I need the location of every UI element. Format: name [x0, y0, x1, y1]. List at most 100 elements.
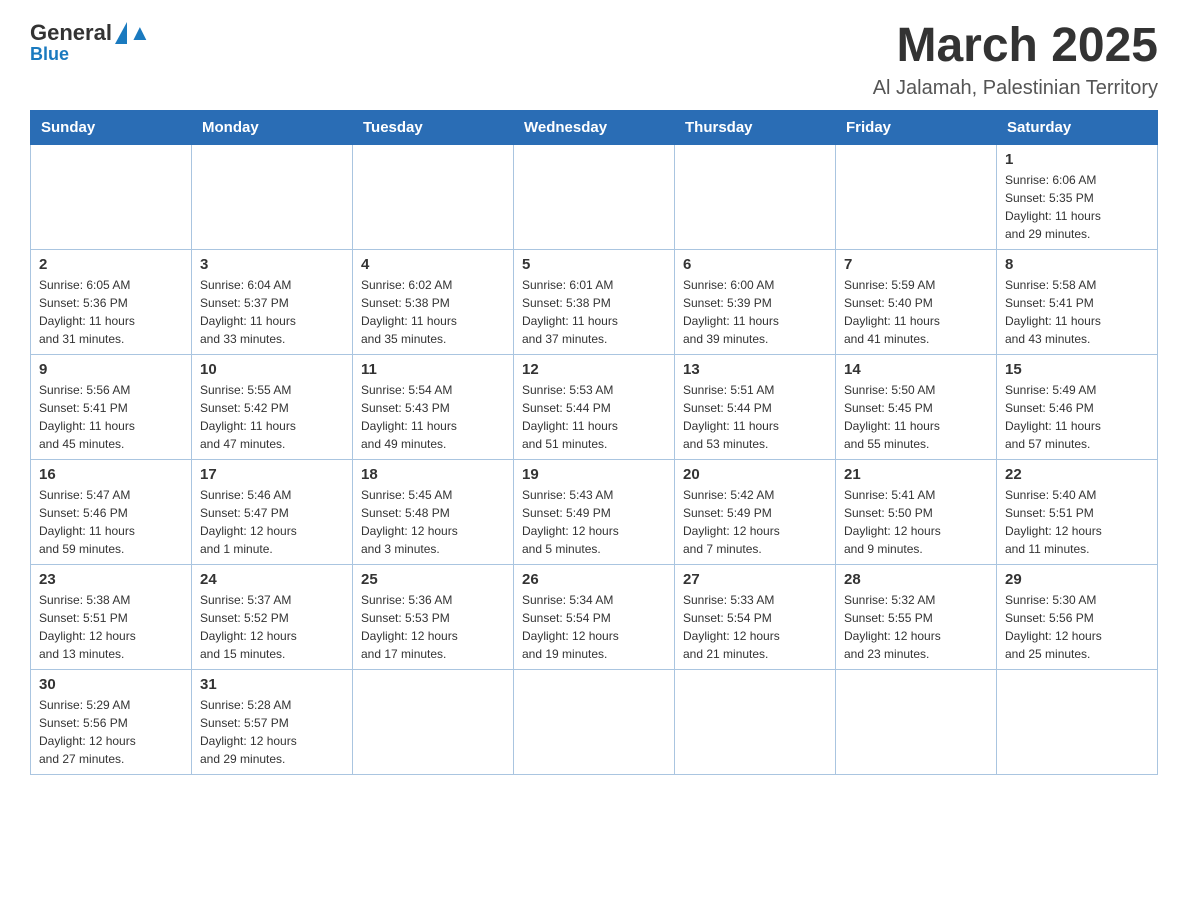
logo-triangle-icon [115, 22, 127, 44]
table-row: 14Sunrise: 5:50 AM Sunset: 5:45 PM Dayli… [836, 354, 997, 459]
calendar-title: March 2025 [873, 20, 1158, 73]
day-number: 20 [683, 466, 827, 483]
table-row: 2Sunrise: 6:05 AM Sunset: 5:36 PM Daylig… [31, 249, 192, 354]
table-row: 5Sunrise: 6:01 AM Sunset: 5:38 PM Daylig… [514, 249, 675, 354]
logo-subtitle: Blue [30, 44, 69, 65]
day-number: 22 [1005, 466, 1149, 483]
logo-general-text: General [30, 20, 112, 46]
table-row: 9 Sunrise: 5:56 AM Sunset: 5:41 PM Daylig… [31, 354, 192, 459]
day-number: 25 [361, 571, 505, 588]
day-number: 19 [522, 466, 666, 483]
day-info: Sunrise: 5:45 AM Sunset: 5:48 PM Dayligh… [361, 486, 505, 558]
day-info: Sunrise: 5:49 AM Sunset: 5:46 PM Dayligh… [1005, 381, 1149, 453]
day-info: Sunrise: 6:00 AM Sunset: 5:39 PM Dayligh… [683, 276, 827, 348]
day-info: Sunrise: 5:33 AM Sunset: 5:54 PM Dayligh… [683, 591, 827, 663]
table-row: 16 Sunrise: 5:47 AM Sunset: 5:46 PM Dayli… [31, 459, 192, 564]
day-info: Sunrise: 5:47 AM Sunset: 5:46 PM Dayligh… [39, 486, 183, 558]
day-number: 26 [522, 571, 666, 588]
calendar-week-row: 30 Sunrise: 5:29 AM Sunset: 5:56 PM Dayli… [31, 669, 1158, 774]
day-number: 16 [39, 466, 183, 483]
calendar-week-row: 9 Sunrise: 5:56 AM Sunset: 5:41 PM Daylig… [31, 354, 1158, 459]
day-info: Sunrise: 5:42 AM Sunset: 5:49 PM Dayligh… [683, 486, 827, 558]
table-row: 17Sunrise: 5:46 AM Sunset: 5:47 PM Dayli… [192, 459, 353, 564]
day-number: 8 [1005, 256, 1149, 273]
table-row: 3 Sunrise: 6:04 AM Sunset: 5:37 PM Daylig… [192, 249, 353, 354]
table-row [836, 669, 997, 774]
day-info: Sunrise: 6:02 AM Sunset: 5:38 PM Dayligh… [361, 276, 505, 348]
day-number: 31 [200, 676, 344, 693]
day-number: 3 [200, 256, 344, 273]
table-row: 24Sunrise: 5:37 AM Sunset: 5:52 PM Dayli… [192, 564, 353, 669]
calendar-table: Sunday Monday Tuesday Wednesday Thursday… [30, 110, 1158, 775]
day-number: 30 [39, 676, 183, 693]
table-row [514, 144, 675, 249]
day-number: 6 [683, 256, 827, 273]
day-info: Sunrise: 5:43 AM Sunset: 5:49 PM Dayligh… [522, 486, 666, 558]
table-row: 15Sunrise: 5:49 AM Sunset: 5:46 PM Dayli… [997, 354, 1158, 459]
day-number: 9 [39, 361, 183, 378]
table-row [836, 144, 997, 249]
calendar-subtitle: Al Jalamah, Palestinian Territory [873, 77, 1158, 100]
day-info: Sunrise: 6:01 AM Sunset: 5:38 PM Dayligh… [522, 276, 666, 348]
table-row: 4 Sunrise: 6:02 AM Sunset: 5:38 PM Daylig… [353, 249, 514, 354]
day-info: Sunrise: 6:04 AM Sunset: 5:37 PM Dayligh… [200, 276, 344, 348]
table-row [675, 144, 836, 249]
header-wednesday: Wednesday [514, 110, 675, 144]
day-info: Sunrise: 5:34 AM Sunset: 5:54 PM Dayligh… [522, 591, 666, 663]
day-info: Sunrise: 5:37 AM Sunset: 5:52 PM Dayligh… [200, 591, 344, 663]
day-info: Sunrise: 5:51 AM Sunset: 5:44 PM Dayligh… [683, 381, 827, 453]
table-row: 13Sunrise: 5:51 AM Sunset: 5:44 PM Dayli… [675, 354, 836, 459]
day-info: Sunrise: 5:32 AM Sunset: 5:55 PM Dayligh… [844, 591, 988, 663]
day-number: 29 [1005, 571, 1149, 588]
table-row: 8 Sunrise: 5:58 AM Sunset: 5:41 PM Daylig… [997, 249, 1158, 354]
calendar-week-row: 2Sunrise: 6:05 AM Sunset: 5:36 PM Daylig… [31, 249, 1158, 354]
calendar-week-row: 1 Sunrise: 6:06 AM Sunset: 5:35 PM Daylig… [31, 144, 1158, 249]
table-row [675, 669, 836, 774]
day-info: Sunrise: 5:55 AM Sunset: 5:42 PM Dayligh… [200, 381, 344, 453]
header-tuesday: Tuesday [353, 110, 514, 144]
table-row: 11Sunrise: 5:54 AM Sunset: 5:43 PM Dayli… [353, 354, 514, 459]
table-row: 12Sunrise: 5:53 AM Sunset: 5:44 PM Dayli… [514, 354, 675, 459]
table-row: 23 Sunrise: 5:38 AM Sunset: 5:51 PM Dayli… [31, 564, 192, 669]
day-info: Sunrise: 5:58 AM Sunset: 5:41 PM Dayligh… [1005, 276, 1149, 348]
table-row: 27Sunrise: 5:33 AM Sunset: 5:54 PM Dayli… [675, 564, 836, 669]
table-row: 18 Sunrise: 5:45 AM Sunset: 5:48 PM Dayli… [353, 459, 514, 564]
logo: General ▲ Blue [30, 20, 151, 65]
day-number: 10 [200, 361, 344, 378]
day-info: Sunrise: 5:36 AM Sunset: 5:53 PM Dayligh… [361, 591, 505, 663]
day-info: Sunrise: 5:46 AM Sunset: 5:47 PM Dayligh… [200, 486, 344, 558]
day-info: Sunrise: 5:40 AM Sunset: 5:51 PM Dayligh… [1005, 486, 1149, 558]
table-row: 28Sunrise: 5:32 AM Sunset: 5:55 PM Dayli… [836, 564, 997, 669]
table-row: 6 Sunrise: 6:00 AM Sunset: 5:39 PM Daylig… [675, 249, 836, 354]
day-info: Sunrise: 5:56 AM Sunset: 5:41 PM Dayligh… [39, 381, 183, 453]
calendar-week-row: 16 Sunrise: 5:47 AM Sunset: 5:46 PM Dayli… [31, 459, 1158, 564]
table-row: 26 Sunrise: 5:34 AM Sunset: 5:54 PM Dayli… [514, 564, 675, 669]
day-info: Sunrise: 6:05 AM Sunset: 5:36 PM Dayligh… [39, 276, 183, 348]
day-number: 4 [361, 256, 505, 273]
day-info: Sunrise: 5:50 AM Sunset: 5:45 PM Dayligh… [844, 381, 988, 453]
table-row: 29 Sunrise: 5:30 AM Sunset: 5:56 PM Dayli… [997, 564, 1158, 669]
table-row [31, 144, 192, 249]
day-number: 12 [522, 361, 666, 378]
header-thursday: Thursday [675, 110, 836, 144]
title-block: March 2025 Al Jalamah, Palestinian Terri… [873, 20, 1158, 100]
header-saturday: Saturday [997, 110, 1158, 144]
day-info: Sunrise: 5:59 AM Sunset: 5:40 PM Dayligh… [844, 276, 988, 348]
day-info: Sunrise: 6:06 AM Sunset: 5:35 PM Dayligh… [1005, 171, 1149, 243]
day-number: 23 [39, 571, 183, 588]
table-row: 25 Sunrise: 5:36 AM Sunset: 5:53 PM Dayli… [353, 564, 514, 669]
day-number: 21 [844, 466, 988, 483]
day-info: Sunrise: 5:29 AM Sunset: 5:56 PM Dayligh… [39, 696, 183, 768]
day-info: Sunrise: 5:30 AM Sunset: 5:56 PM Dayligh… [1005, 591, 1149, 663]
weekday-header-row: Sunday Monday Tuesday Wednesday Thursday… [31, 110, 1158, 144]
table-row [192, 144, 353, 249]
table-row: 10 Sunrise: 5:55 AM Sunset: 5:42 PM Dayli… [192, 354, 353, 459]
day-info: Sunrise: 5:38 AM Sunset: 5:51 PM Dayligh… [39, 591, 183, 663]
day-number: 1 [1005, 151, 1149, 168]
day-number: 18 [361, 466, 505, 483]
table-row: 1 Sunrise: 6:06 AM Sunset: 5:35 PM Daylig… [997, 144, 1158, 249]
table-row [353, 669, 514, 774]
table-row: 22 Sunrise: 5:40 AM Sunset: 5:51 PM Dayli… [997, 459, 1158, 564]
day-info: Sunrise: 5:41 AM Sunset: 5:50 PM Dayligh… [844, 486, 988, 558]
table-row: 31Sunrise: 5:28 AM Sunset: 5:57 PM Dayli… [192, 669, 353, 774]
